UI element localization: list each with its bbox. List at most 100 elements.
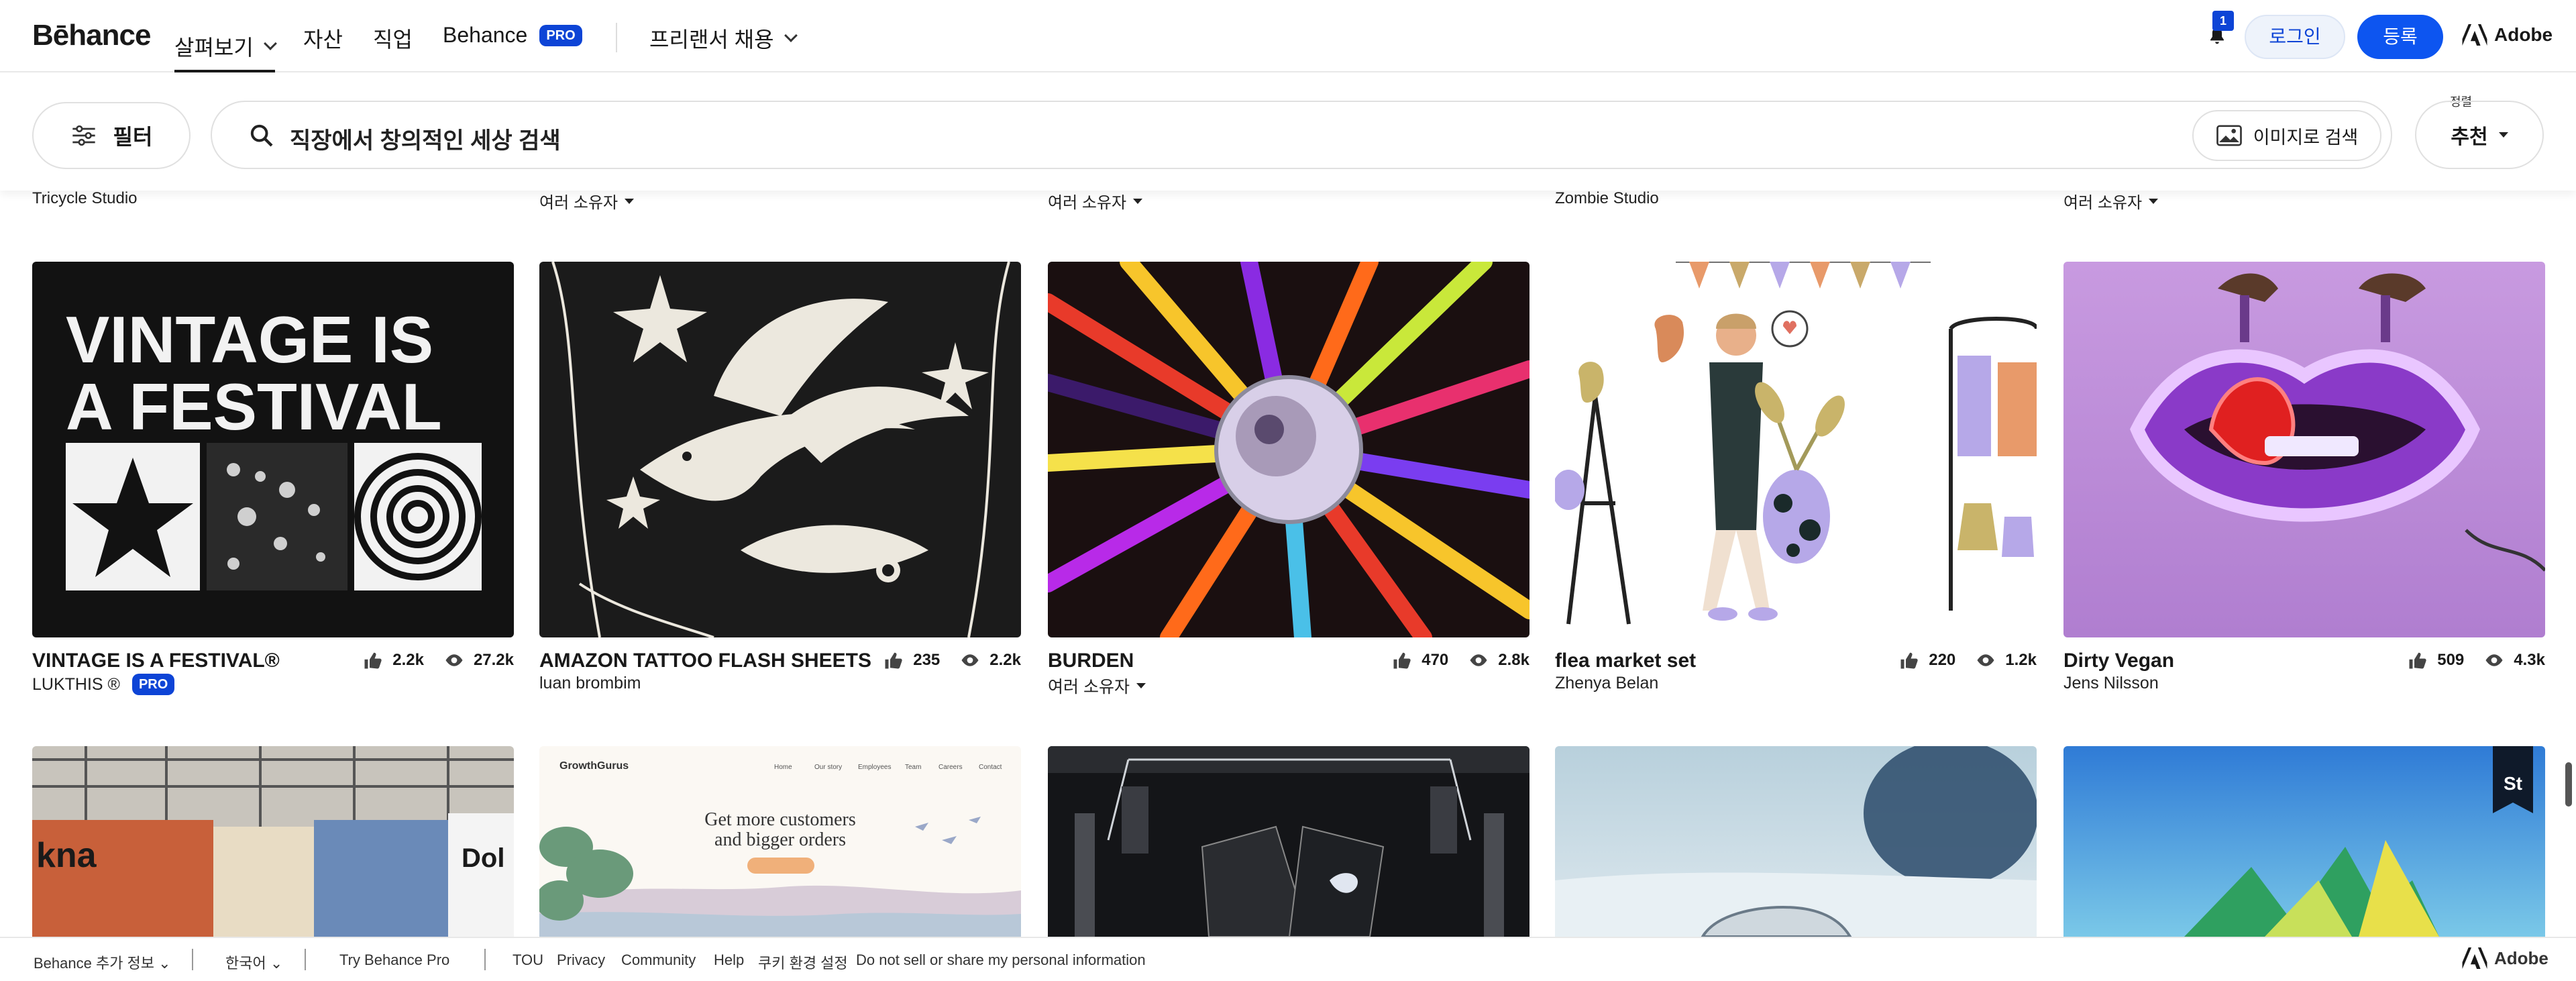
project-thumbnail[interactable] bbox=[1048, 746, 1529, 937]
project-thumbnail[interactable] bbox=[1555, 746, 2037, 937]
tattoo-flash-artwork bbox=[551, 262, 1010, 637]
footer-label: Behance 추가 정보 bbox=[34, 955, 155, 972]
image-search-label: 이미지로 검색 bbox=[2253, 127, 2359, 148]
owner-name: LUKTHIS ® bbox=[32, 674, 120, 694]
signup-button[interactable]: 등록 bbox=[2357, 15, 2443, 59]
project-title[interactable]: flea market set bbox=[1555, 650, 1696, 672]
eye-icon bbox=[1977, 654, 1994, 666]
project-title[interactable]: AMAZON TATTOO FLASH SHEETS bbox=[539, 650, 871, 672]
abstract-shapes-artwork bbox=[2184, 840, 2439, 937]
footer-divider bbox=[192, 949, 193, 970]
thumbs-up-icon bbox=[885, 652, 902, 669]
project-owner[interactable]: Jens Nilsson bbox=[2063, 674, 2159, 693]
adobe-label: Adobe bbox=[2494, 24, 2553, 45]
growth-nav: Careers bbox=[938, 764, 963, 771]
project-title[interactable]: VINTAGE IS A FESTIVAL® bbox=[32, 650, 280, 672]
footer-tou[interactable]: TOU bbox=[513, 951, 543, 969]
nav-behance-pro[interactable]: Behance PRO bbox=[443, 23, 582, 48]
views-count: 2.8k bbox=[1498, 651, 1529, 669]
likes-count: 235 bbox=[913, 651, 941, 669]
login-button[interactable]: 로그인 bbox=[2245, 15, 2345, 59]
project-card[interactable]: AMAZON TATTOO FLASH SHEETS luan brombim … bbox=[539, 262, 1021, 692]
scrollbar-thumb[interactable] bbox=[2565, 762, 2572, 807]
owner-label[interactable]: 여러 소유자 bbox=[2063, 189, 2159, 213]
nav-explore[interactable]: 살펴보기 bbox=[174, 23, 277, 72]
nav-assets[interactable]: 자산 bbox=[303, 23, 343, 54]
artwork-line-1: VINTAGE IS bbox=[66, 303, 433, 376]
eye-icon bbox=[961, 654, 979, 666]
nav-jobs-label: 직업 bbox=[373, 28, 413, 52]
footer-divider bbox=[305, 949, 306, 970]
project-owner[interactable]: luan brombim bbox=[539, 674, 641, 693]
likes-count: 470 bbox=[1421, 651, 1449, 669]
eye-icon bbox=[1470, 654, 1487, 666]
thumbs-up-icon bbox=[1393, 652, 1411, 669]
stock-badge-label: St bbox=[2504, 773, 2522, 794]
project-title[interactable]: BURDEN bbox=[1048, 650, 1134, 672]
chevron-down-icon bbox=[784, 29, 798, 42]
footer-adobe-link[interactable]: Adobe bbox=[2462, 947, 2548, 969]
vintage-festival-artwork: VINTAGE IS A FESTIVAL bbox=[66, 303, 482, 590]
nav-explore-label: 살펴보기 bbox=[174, 36, 254, 60]
footer-language[interactable]: 한국어 ⌄ bbox=[225, 951, 282, 973]
filter-button[interactable]: 필터 bbox=[32, 102, 191, 169]
owner-name: 여러 소유자 bbox=[539, 194, 619, 212]
project-stats: 470 2.8k bbox=[1392, 651, 1529, 670]
project-thumbnail[interactable]: St bbox=[2063, 746, 2545, 937]
owner-name: 여러 소유자 bbox=[1048, 194, 1127, 212]
project-card[interactable]: BURDEN 여러 소유자 470 2.8k bbox=[1048, 262, 1529, 696]
project-card[interactable]: flea market set Zhenya Belan 220 1.2k bbox=[1555, 262, 2037, 692]
adobe-link[interactable]: Adobe bbox=[2462, 24, 2553, 46]
owner-label[interactable]: Tricycle Studio bbox=[32, 189, 138, 208]
owner-name: Zombie Studio bbox=[1555, 189, 1659, 207]
caret-down-icon bbox=[625, 198, 635, 204]
project-owner[interactable]: Zhenya Belan bbox=[1555, 674, 1658, 693]
footer-cookie-settings[interactable]: 쿠키 환경 설정 bbox=[758, 951, 848, 973]
project-title[interactable]: Dirty Vegan bbox=[2063, 650, 2174, 672]
growthgurus-website-artwork: GrowthGurus Home Our story Employees Team Ca… bbox=[539, 760, 1021, 937]
owner-label[interactable]: Zombie Studio bbox=[1555, 189, 1659, 208]
likes-count: 509 bbox=[2437, 651, 2465, 669]
image-search-button[interactable]: 이미지로 검색 bbox=[2192, 110, 2381, 161]
poster-text: kna bbox=[36, 836, 97, 875]
footer-more-behance[interactable]: Behance 추가 정보 ⌄ bbox=[34, 951, 171, 973]
poster-artwork: kna Dol bbox=[32, 746, 514, 937]
project-owner[interactable]: 여러 소유자 bbox=[1048, 674, 1146, 698]
project-thumbnail[interactable]: kna Dol bbox=[32, 746, 514, 937]
owner-name: Jens Nilsson bbox=[2063, 674, 2159, 692]
project-owner[interactable]: LUKTHIS ® PRO bbox=[32, 674, 175, 695]
project-stats: 509 4.3k bbox=[2408, 651, 2545, 670]
project-thumbnail[interactable]: VINTAGE IS A FESTIVAL bbox=[32, 262, 514, 637]
project-card[interactable]: Dirty Vegan Jens Nilsson 509 4.3k bbox=[2063, 262, 2545, 692]
views-count: 27.2k bbox=[473, 651, 514, 669]
owner-label[interactable]: 여러 소유자 bbox=[1048, 189, 1143, 213]
project-thumbnail[interactable] bbox=[2063, 262, 2545, 637]
nav-assets-label: 자산 bbox=[303, 28, 343, 52]
footer-try-pro[interactable]: Try Behance Pro bbox=[339, 951, 449, 969]
search-placeholder: 직장에서 창의적인 세상 검색 bbox=[290, 128, 561, 154]
sort-value: 추천 bbox=[2451, 126, 2488, 148]
pro-badge: PRO bbox=[131, 674, 175, 695]
nav-jobs[interactable]: 직업 bbox=[373, 23, 413, 54]
adobe-logo-icon bbox=[2462, 24, 2487, 46]
car-snow-artwork bbox=[1555, 746, 2037, 937]
nav-hire-freelancers[interactable]: 프리랜서 채용 bbox=[649, 23, 798, 54]
project-thumbnail[interactable] bbox=[1048, 262, 1529, 637]
search-input[interactable]: 직장에서 창의적인 세상 검색 이미지로 검색 bbox=[211, 101, 2392, 169]
footer-do-not-sell[interactable]: Do not sell or share my personal informa… bbox=[856, 951, 1146, 969]
owner-name: luan brombim bbox=[539, 674, 641, 692]
footer-community[interactable]: Community bbox=[621, 951, 696, 969]
footer-help[interactable]: Help bbox=[714, 951, 744, 969]
behance-logo[interactable]: Bēhance bbox=[32, 19, 151, 52]
project-card[interactable]: VINTAGE IS A FESTIVAL VINTAGE IS A FESTI… bbox=[32, 262, 514, 695]
robotics-artwork bbox=[1048, 746, 1529, 937]
owner-label[interactable]: 여러 소유자 bbox=[539, 189, 635, 213]
adobe-logo-icon bbox=[2462, 947, 2487, 969]
project-thumbnail[interactable] bbox=[1555, 262, 2037, 637]
project-thumbnail[interactable]: GrowthGurus Home Our story Employees Team Ca… bbox=[539, 746, 1021, 937]
project-thumbnail[interactable] bbox=[539, 262, 1021, 637]
footer-privacy[interactable]: Privacy bbox=[557, 951, 605, 969]
project-stats: 220 1.2k bbox=[1899, 651, 2037, 670]
caret-down-icon bbox=[1136, 683, 1146, 688]
sort-dropdown[interactable]: 추천 bbox=[2415, 101, 2544, 169]
